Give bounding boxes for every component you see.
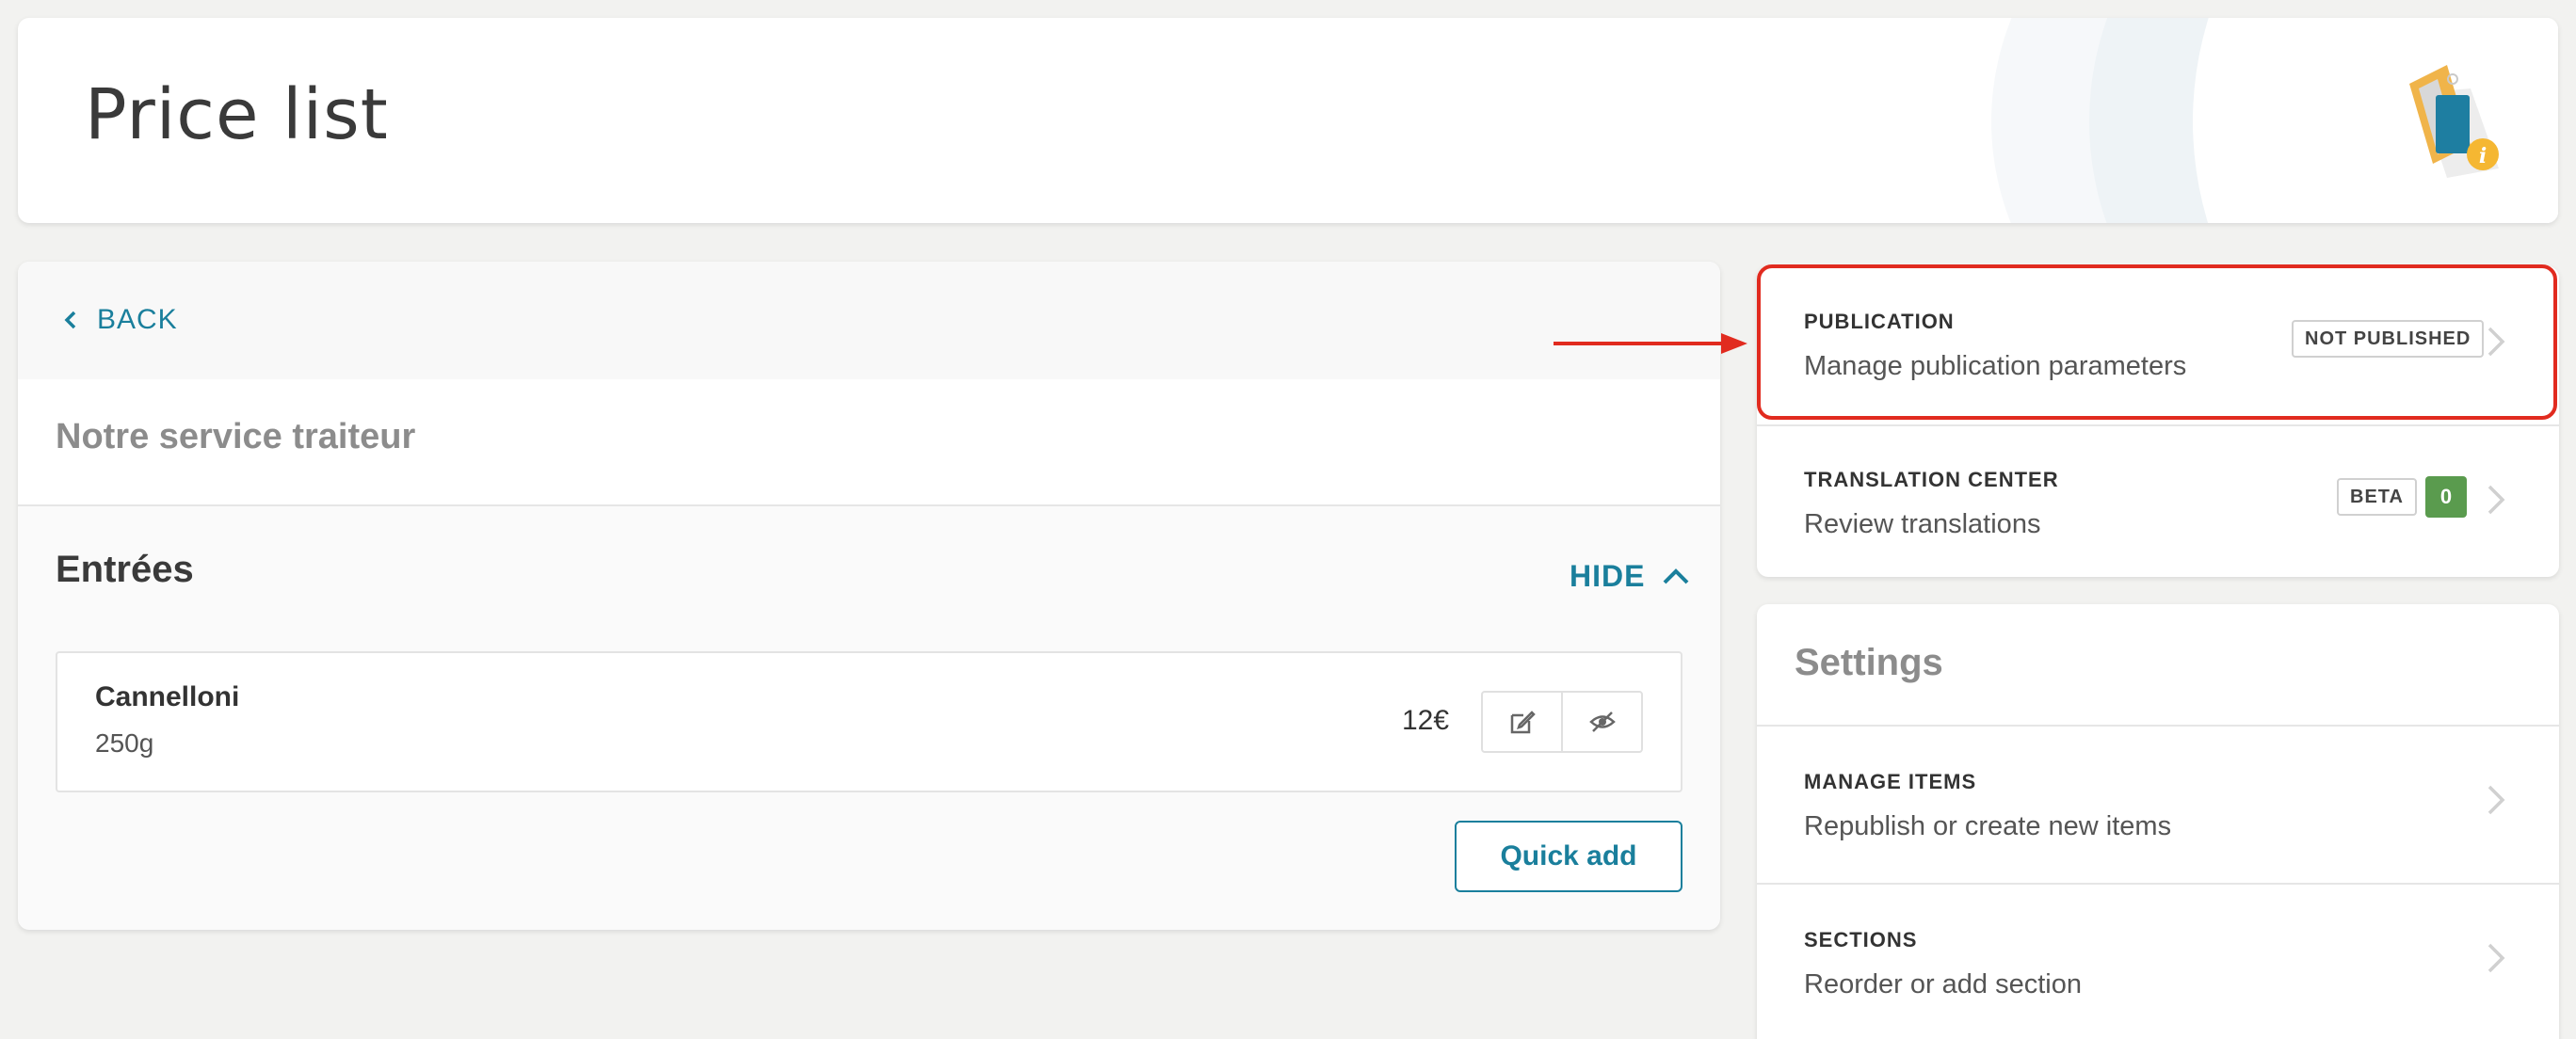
eye-off-icon bbox=[1588, 711, 1616, 732]
publication-card: PUBLICATION Manage publication parameter… bbox=[1757, 266, 2559, 577]
item-name: Cannelloni bbox=[95, 681, 240, 712]
sections-label: SECTIONS bbox=[1804, 928, 1918, 951]
translation-count-badge: 0 bbox=[2425, 476, 2467, 518]
hide-label: HIDE bbox=[1570, 558, 1646, 593]
chevron-right-icon bbox=[2487, 327, 2505, 357]
back-label: BACK bbox=[97, 304, 178, 335]
back-button[interactable]: BACK bbox=[61, 301, 178, 339]
menu-editor-panel: BACK Notre service traiteur Entrées HIDE… bbox=[18, 262, 1720, 930]
annotation-arrow-icon bbox=[1554, 333, 1747, 354]
sections-row[interactable]: SECTIONS Reorder or add section bbox=[1757, 885, 2559, 1039]
edit-icon bbox=[1510, 711, 1536, 734]
page-header: Price list i bbox=[18, 18, 2558, 223]
item-actions bbox=[1481, 691, 1643, 753]
quick-add-button[interactable]: Quick add bbox=[1455, 821, 1682, 892]
manage-items-row[interactable]: MANAGE ITEMS Republish or create new ite… bbox=[1757, 727, 2559, 885]
list-item[interactable]: Cannelloni 250g 12€ bbox=[56, 651, 1682, 792]
price-tag-info-icon: i bbox=[2409, 65, 2499, 178]
publication-row[interactable]: PUBLICATION Manage publication parameter… bbox=[1757, 266, 2559, 424]
publication-description: Manage publication parameters bbox=[1804, 351, 2187, 381]
item-weight: 250g bbox=[95, 728, 154, 758]
beta-badge: BETA bbox=[2337, 478, 2417, 516]
chevron-right-icon bbox=[2487, 785, 2505, 815]
sections-description: Reorder or add section bbox=[1804, 969, 2082, 999]
item-price: 12€ bbox=[1402, 705, 1450, 736]
chevron-up-icon bbox=[1664, 568, 1689, 584]
section-title: Entrées bbox=[56, 549, 194, 590]
back-row: BACK bbox=[18, 262, 1720, 379]
chevron-left-icon bbox=[64, 311, 76, 329]
service-title: Notre service traiteur bbox=[56, 417, 416, 456]
status-badge: NOT PUBLISHED bbox=[2292, 320, 2485, 358]
svg-text:i: i bbox=[2479, 144, 2487, 168]
publication-label: PUBLICATION bbox=[1804, 310, 1955, 333]
translation-description: Review translations bbox=[1804, 509, 2041, 539]
translation-center-row[interactable]: TRANSLATION CENTER Review translations B… bbox=[1757, 424, 2559, 577]
hide-item-button[interactable] bbox=[1561, 693, 1641, 751]
manage-items-label: MANAGE ITEMS bbox=[1804, 770, 1977, 793]
edit-item-button[interactable] bbox=[1483, 693, 1561, 751]
settings-title: Settings bbox=[1795, 642, 1943, 683]
chevron-right-icon bbox=[2487, 943, 2505, 973]
service-title-row: Notre service traiteur bbox=[18, 379, 1720, 506]
settings-card: Settings MANAGE ITEMS Republish or creat… bbox=[1757, 604, 2559, 1039]
translation-label: TRANSLATION CENTER bbox=[1804, 468, 2059, 491]
hide-section-toggle[interactable]: HIDE bbox=[1570, 553, 1690, 599]
chevron-right-icon bbox=[2487, 485, 2505, 515]
page-title: Price list bbox=[85, 74, 389, 155]
manage-items-description: Republish or create new items bbox=[1804, 811, 2172, 841]
